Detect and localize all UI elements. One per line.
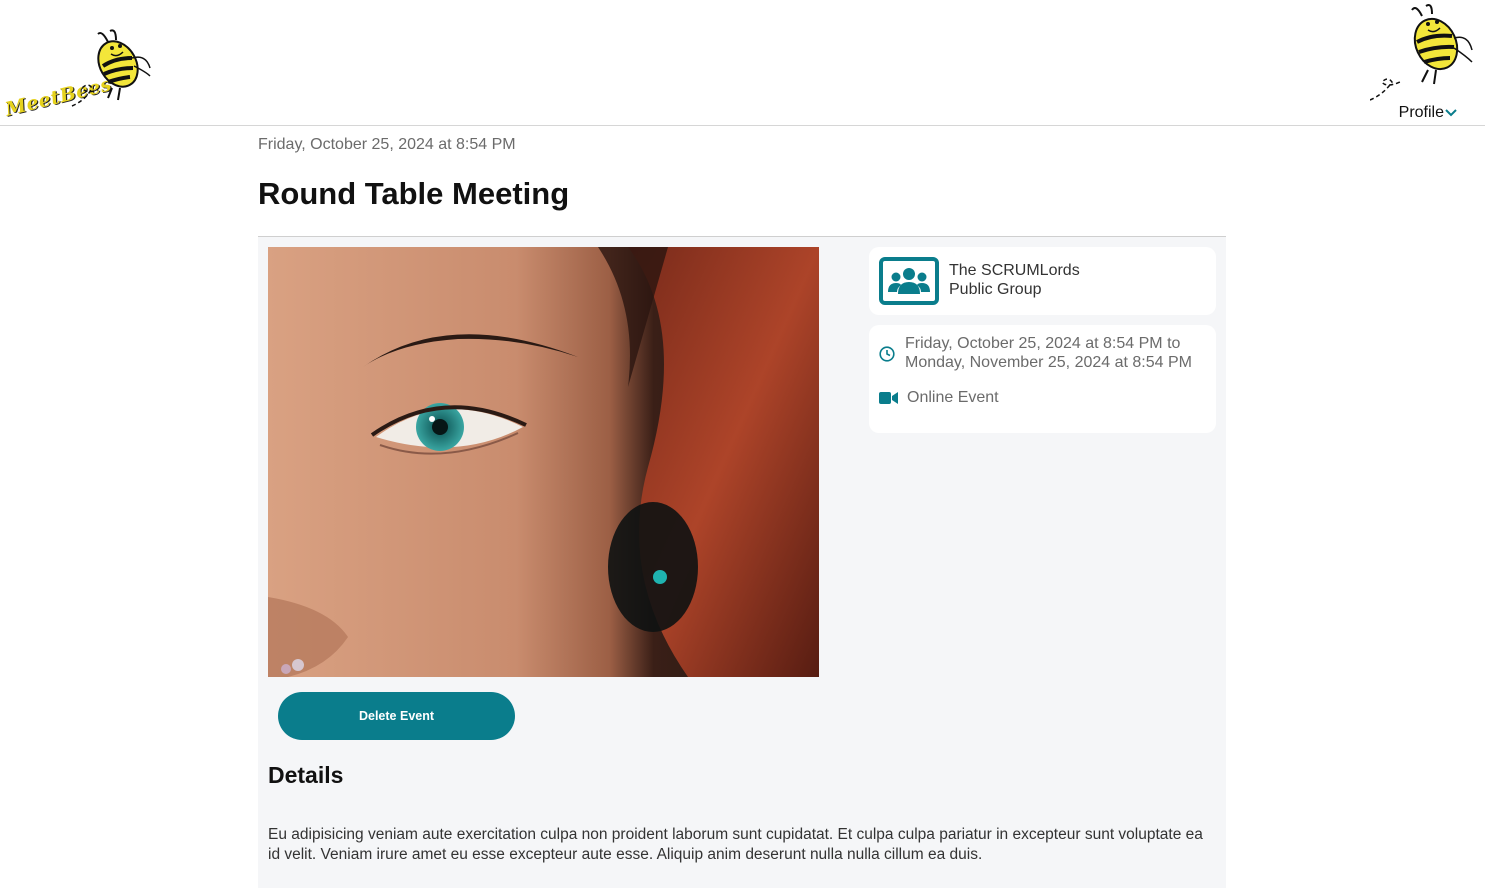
details-text: Eu adipisicing veniam aute exercitation … <box>268 826 1203 863</box>
video-icon <box>879 392 898 404</box>
group-icon <box>879 257 939 305</box>
profile-area: Profile <box>1370 0 1485 125</box>
event-schedule-card: Friday, October 25, 2024 at 8:54 PM to M… <box>869 325 1216 433</box>
profile-label: Profile <box>1398 104 1444 121</box>
top-header: MeetBees Profile <box>0 0 1485 126</box>
event-location: Online Event <box>907 389 999 406</box>
event-date: Friday, October 25, 2024 at 8:54 PM <box>258 136 516 153</box>
details-heading: Details <box>268 762 344 788</box>
group-name[interactable]: The SCRUMLords <box>949 262 1080 280</box>
event-end-time: Monday, November 25, 2024 at 8:54 PM <box>905 354 1192 371</box>
chevron-down-icon <box>1445 109 1457 117</box>
event-content-panel: Delete Event Details Eu adipisicing veni… <box>258 236 1226 888</box>
profile-menu-button[interactable]: Profile <box>1399 104 1457 122</box>
group-card[interactable]: The SCRUMLords Public Group <box>869 247 1216 315</box>
page-title: Round Table Meeting <box>258 176 570 211</box>
event-photo <box>268 247 819 677</box>
delete-event-button[interactable]: Delete Event <box>278 692 515 740</box>
event-image <box>268 247 819 677</box>
meetbees-logo[interactable]: MeetBees <box>0 28 155 121</box>
bee-logo-icon <box>71 29 151 107</box>
group-type: Public Group <box>949 281 1042 298</box>
clock-icon <box>879 346 895 362</box>
event-start-time: Friday, October 25, 2024 at 8:54 PM to <box>905 335 1181 352</box>
bee-avatar-icon <box>1370 4 1473 101</box>
